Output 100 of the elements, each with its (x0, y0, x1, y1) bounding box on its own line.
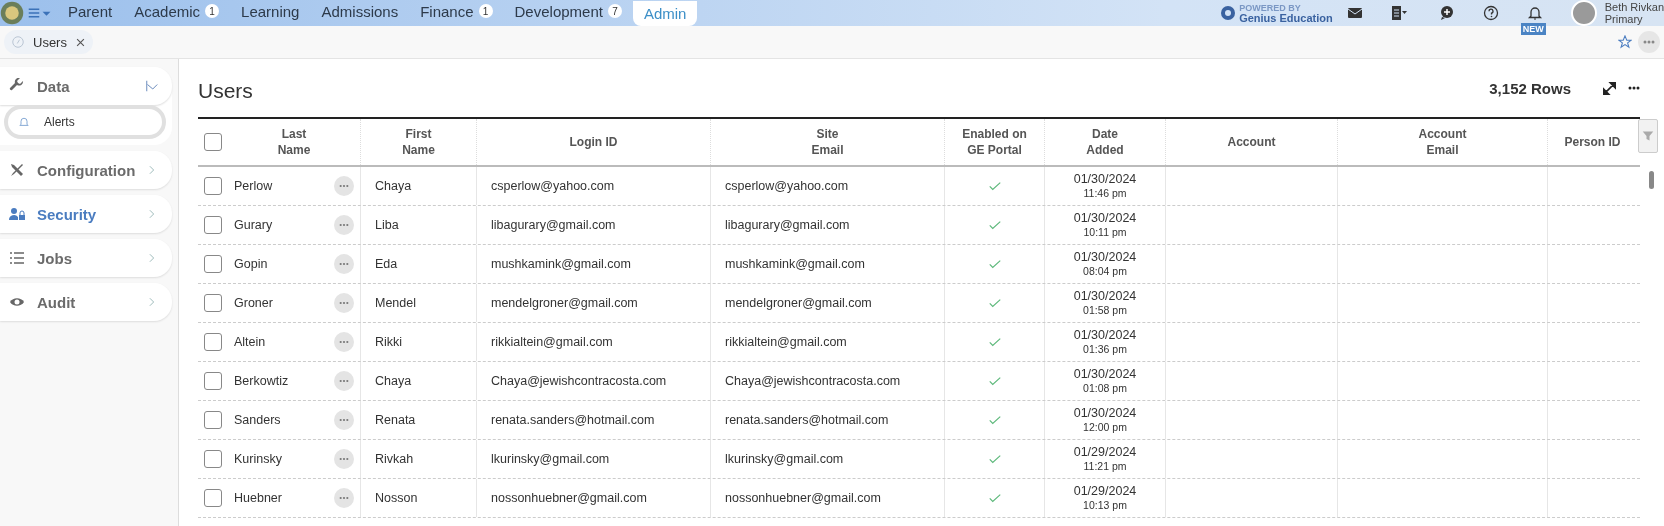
date-text: 01/30/2024 (1073, 250, 1137, 264)
date-text: 01/30/2024 (1073, 367, 1137, 381)
column-header[interactable]: Account (1165, 119, 1337, 165)
avatar-silhouette[interactable] (1570, 0, 1597, 26)
ellipsis-icon (339, 262, 349, 266)
count-badge: 1 (205, 4, 220, 18)
date-text: 01/30/2024 (1073, 211, 1137, 225)
page-title: Users (198, 79, 254, 103)
table-cell: Altein (234, 335, 266, 349)
table-cell: nossonhuebner@gmail.com (710, 479, 944, 517)
nav-tab[interactable]: Learning (230, 0, 311, 22)
ellipsis-icon (339, 379, 349, 383)
table-cell: renata.sanders@hotmail.com (710, 401, 944, 439)
list-icon (9, 250, 25, 266)
nav-tab[interactable]: Parent (57, 0, 124, 22)
row-actions-button[interactable] (334, 410, 354, 430)
bell-icon (1526, 5, 1543, 21)
column-header[interactable]: Login ID (476, 119, 710, 165)
column-header[interactable]: Last Name (234, 126, 354, 158)
column-header[interactable]: Person ID (1547, 119, 1637, 165)
table-cell: Nosson (360, 479, 476, 517)
nav-tab[interactable]: Academic 1 (123, 0, 231, 22)
time-text: 01:36 pm (1083, 342, 1127, 356)
sidebar-item[interactable]: Data (0, 67, 172, 105)
page-tab[interactable]: Users (4, 30, 93, 54)
table-cell: Kurinsky (234, 452, 282, 466)
table-cell: csperlow@yahoo.com (710, 167, 944, 205)
expand-button[interactable] (1603, 81, 1616, 95)
nav-tab[interactable]: Finance 1 (409, 0, 504, 22)
count-badge: 7 (607, 4, 622, 18)
row-actions-button[interactable] (334, 371, 354, 391)
table-cell: Sanders (234, 413, 281, 427)
date-text: 01/30/2024 (1073, 289, 1137, 303)
column-header[interactable]: Date Added (1044, 119, 1165, 165)
close-tab-button[interactable] (75, 37, 85, 47)
row-checkbox[interactable] (204, 216, 222, 234)
time-text: 11:46 pm (1083, 186, 1127, 200)
table-cell: mendelgroner@gmail.com (476, 284, 710, 322)
sidebar-item[interactable]: Configuration (0, 151, 172, 189)
ellipsis-icon (1643, 40, 1655, 44)
time-text: 10:13 pm (1083, 498, 1127, 512)
row-actions-button[interactable] (334, 488, 354, 508)
star-icon (1618, 35, 1632, 49)
filter-button[interactable] (1638, 119, 1658, 153)
user-lock-icon (9, 206, 25, 222)
row-actions-button[interactable] (334, 332, 354, 352)
scrollbar-thumb[interactable] (1649, 171, 1654, 189)
time-text: 12:00 pm (1083, 420, 1127, 434)
table-cell: Chaya@jewishcontracosta.com (476, 362, 710, 400)
row-checkbox[interactable] (204, 411, 222, 429)
row-checkbox[interactable] (204, 255, 222, 273)
chat-add-icon (1438, 5, 1455, 21)
column-header[interactable]: Account Email (1337, 119, 1547, 165)
column-header[interactable]: Site Email (710, 119, 944, 165)
chat-add-button[interactable] (1438, 5, 1455, 21)
row-checkbox[interactable] (204, 177, 222, 195)
more-button[interactable] (1628, 86, 1640, 90)
column-header[interactable]: First Name (360, 119, 476, 165)
mail-button[interactable] (1346, 5, 1363, 21)
table-cell: Perlow (234, 179, 273, 193)
row-actions-button[interactable] (334, 215, 354, 235)
ellipsis-icon (1628, 86, 1640, 90)
time-text: 08:04 pm (1083, 264, 1127, 278)
filter-icon (1642, 130, 1654, 142)
table-cell: Rikki (360, 323, 476, 361)
row-actions-button[interactable] (334, 254, 354, 274)
favorite-button[interactable] (1618, 35, 1632, 49)
row-actions-button[interactable] (334, 176, 354, 196)
table-cell: Mendel (360, 284, 476, 322)
row-checkbox[interactable] (204, 489, 222, 507)
sidebar-item[interactable]: Jobs (0, 239, 172, 277)
help-icon (1482, 5, 1499, 21)
nav-tab[interactable]: Admin (632, 1, 698, 26)
table-cell: rikkialtein@gmail.com (710, 323, 944, 361)
tab-label: Users (33, 34, 67, 50)
row-checkbox[interactable] (204, 450, 222, 468)
table-cell: renata.sanders@hotmail.com (476, 401, 710, 439)
bell-icon (18, 116, 30, 128)
sidebar-item[interactable]: Security (0, 195, 172, 233)
chevron-down-icon (146, 80, 158, 92)
table-cell: csperlow@yahoo.com (476, 167, 710, 205)
date-text: 01/29/2024 (1073, 484, 1137, 498)
row-checkbox[interactable] (204, 372, 222, 390)
table-cell: Groner (234, 296, 273, 310)
row-checkbox[interactable] (204, 294, 222, 312)
column-header[interactable]: Enabled on GE Portal (944, 119, 1044, 165)
sidebar-item[interactable]: Audit (0, 283, 172, 321)
nav-tab[interactable]: Development 7 (503, 0, 633, 22)
row-actions-button[interactable] (334, 449, 354, 469)
sidebar-subitem[interactable]: Alerts (4, 105, 166, 139)
table-cell: Renata (360, 401, 476, 439)
row-checkbox[interactable] (204, 333, 222, 351)
nav-tab[interactable]: Admissions (310, 0, 410, 22)
table-cell: nossonhuebner@gmail.com (476, 479, 710, 517)
row-actions-button[interactable] (334, 293, 354, 313)
help-button[interactable] (1482, 5, 1499, 21)
time-text: 11:21 pm (1083, 459, 1127, 473)
table-cell: Eda (360, 245, 476, 283)
select-all-checkbox[interactable] (204, 133, 222, 151)
mail-icon (1346, 5, 1363, 21)
